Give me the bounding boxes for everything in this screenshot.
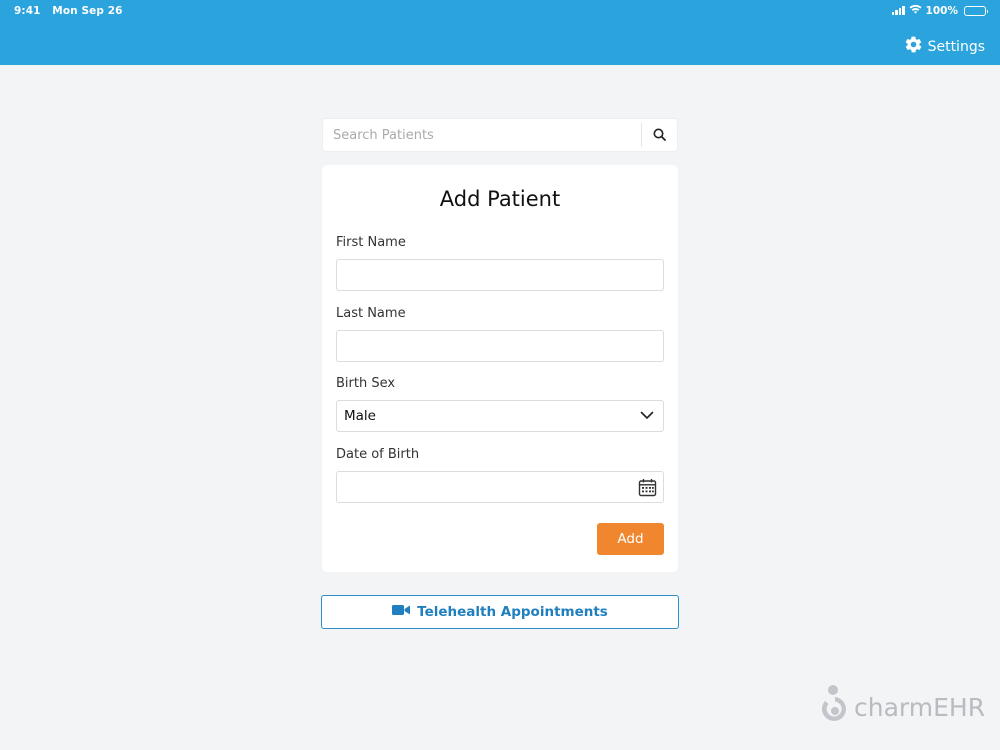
- calendar-icon[interactable]: [638, 478, 657, 501]
- brand-name: charmEHR: [854, 692, 986, 722]
- settings-label: Settings: [927, 38, 985, 55]
- last-name-field: [336, 330, 664, 362]
- cellular-signal-icon: [891, 6, 905, 15]
- add-patient-title: Add Patient: [439, 187, 561, 211]
- status-date: Mon Sep 26: [52, 5, 123, 17]
- add-patient-button[interactable]: Add: [597, 523, 664, 555]
- birth-sex-value: Male: [344, 408, 376, 424]
- wifi-icon: [909, 4, 922, 17]
- dob-field: [336, 471, 664, 503]
- search-icon: [653, 126, 666, 145]
- add-patient-card: Add Patient First Name Last Name Birth S…: [322, 165, 678, 572]
- battery-percent: 100%: [925, 4, 958, 17]
- telehealth-appointments-button[interactable]: Telehealth Appointments: [321, 595, 679, 629]
- birth-sex-select[interactable]: Male: [336, 400, 664, 432]
- charmehr-logo-icon: [821, 684, 849, 730]
- gear-icon: [904, 35, 923, 58]
- settings-button[interactable]: Settings: [904, 35, 985, 58]
- charmehr-logo: charmEHR: [821, 684, 985, 730]
- search-button[interactable]: [642, 119, 677, 151]
- status-clock: 9:41: [14, 5, 41, 17]
- last-name-label: Last Name: [336, 306, 406, 321]
- birth-sex-label: Birth Sex: [336, 376, 396, 391]
- video-camera-icon: [392, 604, 411, 620]
- dob-input[interactable]: [337, 472, 663, 502]
- status-indicators: 100%: [891, 4, 988, 17]
- first-name-field: [336, 259, 664, 291]
- patient-search-bar: [322, 118, 678, 152]
- chevron-down-icon: [640, 408, 654, 424]
- search-input[interactable]: [323, 119, 641, 151]
- first-name-label: First Name: [336, 235, 406, 250]
- last-name-input[interactable]: [337, 331, 663, 361]
- first-name-input[interactable]: [337, 260, 663, 290]
- top-bar: 9:41 Mon Sep 26 100% Settings: [0, 0, 1000, 65]
- status-time: 9:41 Mon Sep 26: [14, 5, 123, 17]
- battery-icon: [964, 5, 988, 16]
- telehealth-label: Telehealth Appointments: [417, 604, 608, 620]
- dob-label: Date of Birth: [336, 447, 420, 462]
